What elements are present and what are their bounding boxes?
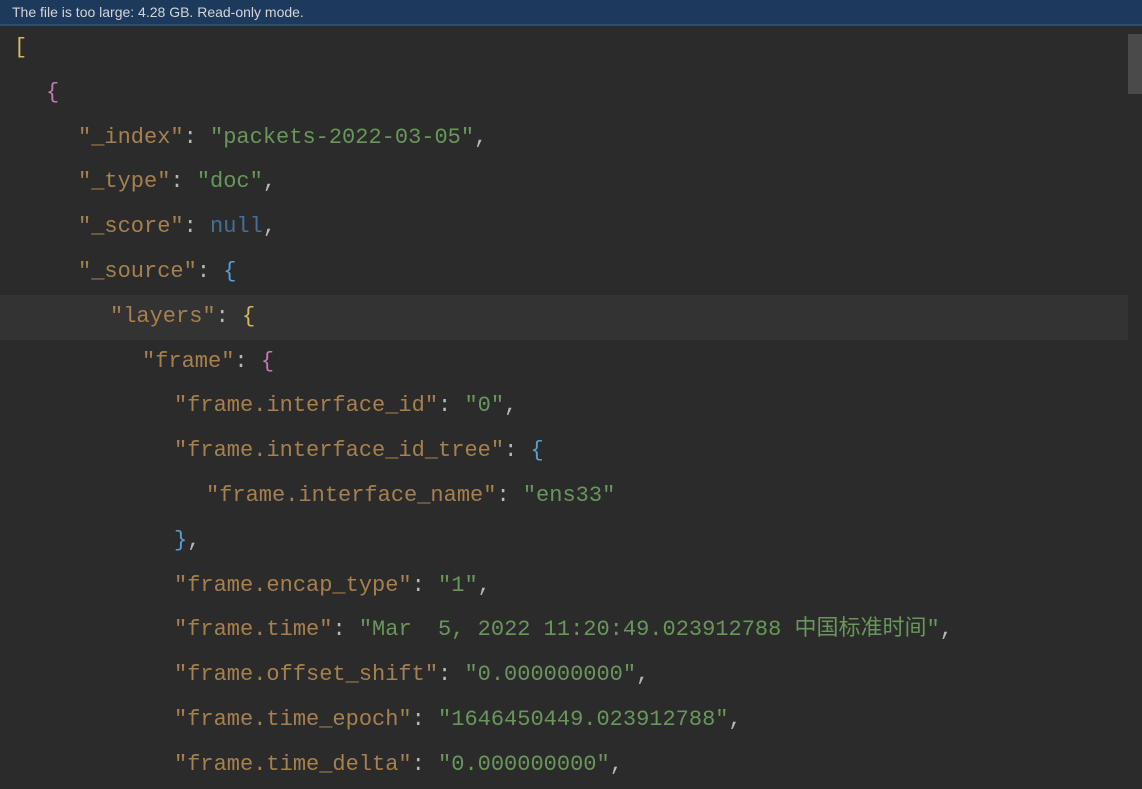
json-value: "1646450449.023912788" [438, 707, 728, 732]
brace-open: { [223, 259, 236, 284]
notification-text: The file is too large: 4.28 GB. Read-onl… [12, 4, 304, 20]
colon: : [412, 573, 438, 598]
colon: : [184, 125, 210, 150]
colon: : [496, 483, 522, 508]
json-key: "frame" [142, 349, 234, 374]
colon: : [438, 393, 464, 418]
json-key: "frame.time_delta" [174, 752, 412, 777]
colon: : [216, 304, 242, 329]
brace-close: } [174, 528, 187, 553]
code-line: "frame.encap_type": "1", [0, 564, 1142, 609]
json-value: "packets-2022-03-05" [210, 125, 474, 150]
colon: : [438, 662, 464, 687]
code-line: "_score": null, [0, 205, 1142, 250]
json-key: "frame.offset_shift" [174, 662, 438, 687]
code-line: "frame.offset_shift": "0.000000000", [0, 653, 1142, 698]
json-value: "0.000000000" [438, 752, 610, 777]
comma: , [263, 169, 276, 194]
colon: : [412, 752, 438, 777]
vertical-scrollbar[interactable] [1128, 34, 1142, 789]
comma: , [636, 662, 649, 687]
comma: , [187, 528, 200, 553]
comma: , [729, 707, 742, 732]
comma: , [610, 752, 623, 777]
comma: , [474, 125, 487, 150]
brace-open: { [261, 349, 274, 374]
colon: : [234, 349, 260, 374]
json-value: "doc" [197, 169, 263, 194]
colon: : [332, 617, 358, 642]
code-line: "_source": { [0, 250, 1142, 295]
brace-open: { [242, 304, 255, 329]
code-line: "frame.time_delta": "0.000000000", [0, 743, 1142, 788]
json-key: "frame.encap_type" [174, 573, 412, 598]
json-value: "0" [464, 393, 504, 418]
editor-area[interactable]: [ { "_index": "packets-2022-03-05", "_ty… [0, 26, 1142, 788]
comma: , [940, 617, 953, 642]
code-line: }, [0, 519, 1142, 564]
json-key: "_index" [78, 125, 184, 150]
brace-open: { [530, 438, 543, 463]
code-line: "frame.time_epoch": "1646450449.02391278… [0, 698, 1142, 743]
code-line: "frame.interface_name": "ens33" [0, 474, 1142, 519]
json-key: "frame.time" [174, 617, 332, 642]
json-key: "frame.time_epoch" [174, 707, 412, 732]
comma: , [478, 573, 491, 598]
colon: : [197, 259, 223, 284]
code-line: { [0, 71, 1142, 116]
json-key: "_source" [78, 259, 197, 284]
json-value: "0.000000000" [464, 662, 636, 687]
colon: : [504, 438, 530, 463]
code-line: "frame": { [0, 340, 1142, 385]
json-key: "frame.interface_name" [206, 483, 496, 508]
colon: : [170, 169, 196, 194]
json-value: "Mar 5, 2022 11:20:49.023912788 中国标准时间" [359, 617, 940, 642]
json-key: "_type" [78, 169, 170, 194]
bracket-open: [ [14, 35, 27, 60]
json-key: "frame.interface_id_tree" [174, 438, 504, 463]
code-line: "frame.interface_id": "0", [0, 384, 1142, 429]
code-line: "_index": "packets-2022-03-05", [0, 116, 1142, 161]
brace-open: { [46, 80, 59, 105]
json-value: "1" [438, 573, 478, 598]
colon: : [184, 214, 210, 239]
json-null: null [210, 214, 263, 239]
colon: : [412, 707, 438, 732]
code-line: "_type": "doc", [0, 160, 1142, 205]
code-line: [ [0, 26, 1142, 71]
scrollbar-thumb[interactable] [1128, 34, 1142, 94]
json-value: "ens33" [523, 483, 615, 508]
json-key: "frame.interface_id" [174, 393, 438, 418]
comma: , [504, 393, 517, 418]
notification-bar: The file is too large: 4.28 GB. Read-onl… [0, 0, 1142, 26]
json-key: "_score" [78, 214, 184, 239]
json-key: "layers" [110, 304, 216, 329]
code-line: "frame.interface_id_tree": { [0, 429, 1142, 474]
code-line: "frame.time": "Mar 5, 2022 11:20:49.0239… [0, 608, 1142, 653]
code-line-highlighted: "layers": { [0, 295, 1142, 340]
comma: , [263, 214, 276, 239]
